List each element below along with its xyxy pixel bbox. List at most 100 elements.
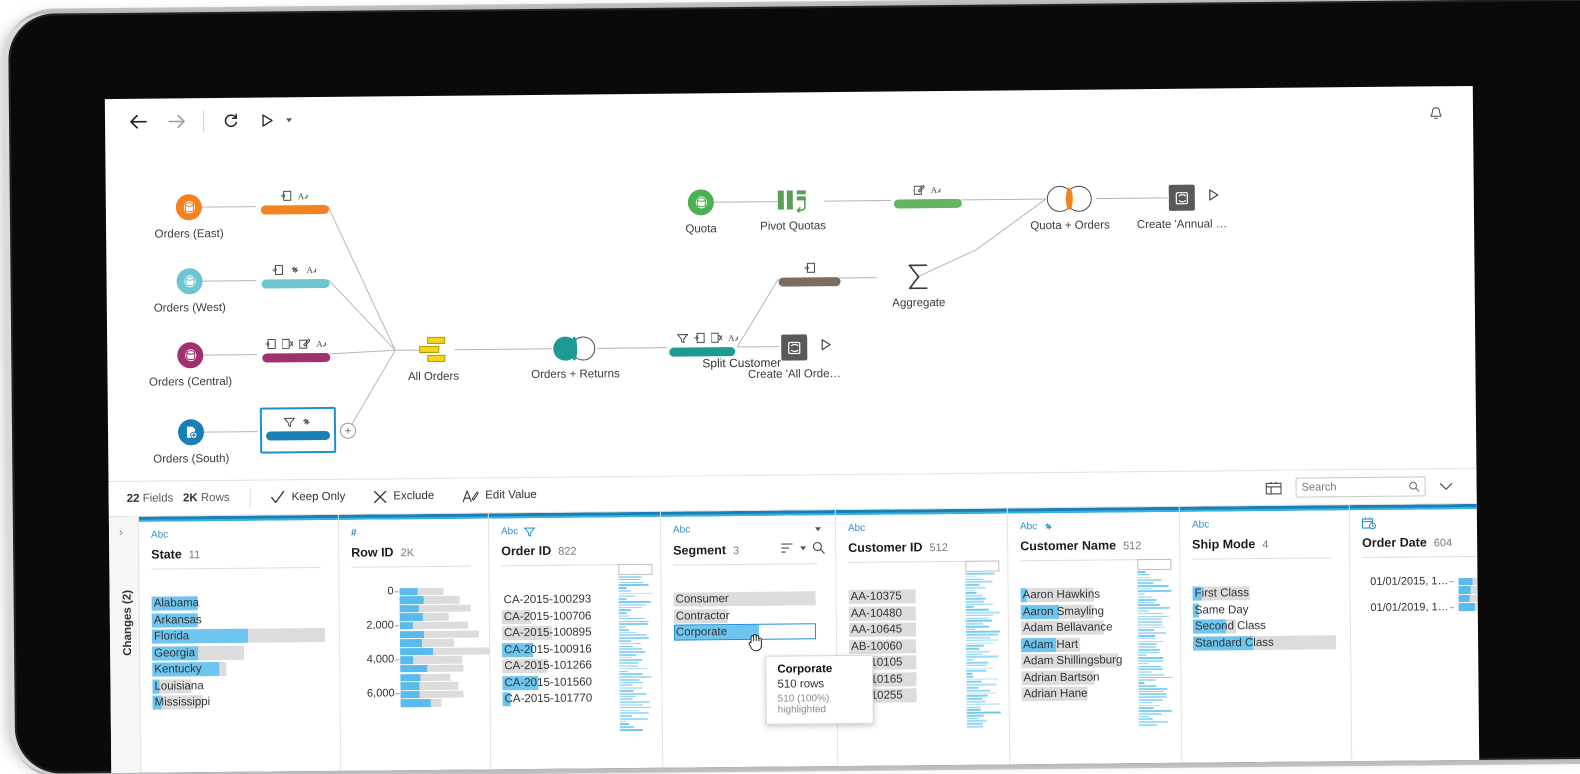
filter-icon[interactable] — [524, 526, 535, 536]
list-item[interactable]: CA-2015-100916 — [502, 641, 614, 659]
refresh-icon[interactable] — [216, 106, 246, 136]
flow-node-pivot-quotas[interactable]: Pivot Quotas — [778, 188, 808, 212]
list-item[interactable]: AB-10060 — [849, 638, 945, 655]
list-item[interactable]: AA-10375 — [849, 588, 945, 605]
list-item[interactable]: Consumer — [674, 590, 816, 608]
list-item[interactable]: AA-10645 — [849, 621, 945, 638]
profile-card-ship-mode[interactable]: Abc Ship Mode 4 First Class Same Day Sec… — [1180, 505, 1352, 767]
list-item[interactable]: Alabama — [152, 594, 329, 612]
notifications-bell-icon[interactable] — [1421, 98, 1451, 128]
run-output-all-orders-icon[interactable] — [819, 338, 832, 354]
changes-panel-rail[interactable]: › Changes (2) — [109, 517, 141, 774]
field-distinct-count: 512 — [929, 542, 947, 554]
list-item[interactable]: CA-2015-100293 — [502, 591, 614, 609]
list-item[interactable]: CA-2015-100706 — [502, 608, 614, 626]
flow-node-create-all-orders[interactable]: Create 'All Orde… — [781, 334, 807, 360]
flow-pill-orders-east[interactable]: A — [261, 187, 329, 215]
list-item[interactable]: Adam Hart — [1021, 636, 1139, 654]
flow-node-orders-west[interactable]: Orders (West) — [176, 268, 202, 294]
list-item[interactable]: Adam Shillingsburg — [1021, 652, 1139, 670]
value-distribution-strip[interactable] — [965, 561, 1001, 729]
list-item[interactable]: Adrian Bartson — [1021, 669, 1139, 687]
flow-pill-split-customer[interactable]: A Split Customer — [669, 329, 748, 371]
distribution-scrollbar[interactable] — [965, 561, 999, 572]
flow-pill-orders-west[interactable]: A — [261, 261, 329, 289]
list-item[interactable]: Standard Class — [1193, 634, 1336, 652]
profile-card-customer-name[interactable]: Abc Customer Name 512 Aaron Hawkins Aaro… — [1008, 507, 1182, 769]
list-item[interactable]: Louisiana — [152, 676, 329, 694]
list-view-icon[interactable] — [1266, 481, 1282, 495]
list-item[interactable]: Contractor — [674, 607, 816, 625]
sort-icon[interactable] — [781, 542, 794, 553]
pill-icon-row: A — [261, 187, 329, 202]
list-item[interactable]: CA-2015-101770 — [503, 690, 615, 708]
list-item[interactable]: CA-2015-100895 — [502, 624, 614, 642]
list-item[interactable]: Arkansas — [152, 610, 329, 628]
run-flow-icon[interactable] — [252, 105, 282, 135]
flow-pill-aggregate-source[interactable] — [778, 259, 840, 287]
numeric-histogram[interactable]: 0 2,000 4,000 6,000 — [352, 587, 480, 709]
flow-node-quota[interactable]: Quota — [688, 189, 714, 215]
flow-pill-orders-south[interactable] — [266, 413, 330, 441]
list-item[interactable]: First Class — [1193, 584, 1336, 602]
distribution-scrollbar[interactable] — [1137, 559, 1171, 570]
profile-card-customer-id[interactable]: Abc Customer ID 512 AA-10375 AA-10480 AA… — [836, 508, 1010, 770]
flow-node-quota-orders[interactable]: Quota + Orders — [1047, 186, 1093, 212]
flow-pill-orders-central[interactable]: A — [262, 335, 330, 363]
list-item[interactable]: CA-2015-101560 — [502, 674, 614, 692]
search-icon[interactable] — [812, 541, 825, 554]
flow-node-orders-south[interactable]: Orders (South) — [178, 419, 204, 445]
list-item[interactable]: Aaron Smayling — [1021, 603, 1139, 621]
exclude-button[interactable]: Exclude — [373, 489, 434, 503]
run-flow-dropdown-caret-icon[interactable] — [282, 105, 296, 135]
flow-node-orders-central[interactable]: Orders (Central) — [177, 342, 203, 368]
add-step-plus-button[interactable]: + — [340, 423, 356, 439]
profile-card-order-date[interactable]: Order Date 604 01/01/2015, 1… 01/01/2019… — [1350, 504, 1479, 765]
list-item-selected[interactable]: Corporate — [674, 623, 816, 641]
search-input[interactable] — [1302, 481, 1409, 494]
flow-node-label: All Orders — [408, 371, 459, 383]
value-distribution-strip[interactable] — [618, 564, 654, 732]
profile-card-order-id[interactable]: Abc Order ID 822 CA-2015-100293 CA-2015-… — [489, 512, 663, 774]
flow-pill-quota-clean[interactable]: A — [894, 181, 962, 209]
distribution-line — [966, 656, 998, 658]
sort-caret-icon[interactable] — [800, 546, 806, 550]
list-item[interactable]: Second Class — [1193, 617, 1336, 635]
run-output-annual-icon[interactable] — [1207, 188, 1220, 204]
action-bar-divider — [250, 488, 251, 508]
date-histogram[interactable]: 01/01/2015, 1… 01/01/2019, 1… — [1362, 577, 1479, 613]
flow-node-all-orders[interactable]: All Orders — [419, 337, 447, 363]
distribution-line — [967, 723, 983, 725]
edit-value-button[interactable]: Edit Value — [462, 488, 537, 502]
list-item[interactable]: Kentucky — [152, 660, 329, 678]
profile-card-row-id[interactable]: # Row ID 2K 0 2,000 4,000 6,000 — [339, 513, 491, 774]
distribution-line — [1138, 627, 1165, 629]
list-item[interactable]: Adam Bellavance — [1021, 619, 1139, 637]
flow-node-orders-returns[interactable]: Orders + Returns — [553, 336, 597, 360]
list-item[interactable]: Same Day — [1193, 601, 1336, 619]
list-item[interactable]: Adrian Hane — [1022, 685, 1140, 703]
profile-card-state[interactable]: Abc State 11 Alabama Arkansas Florida Ge… — [139, 515, 341, 774]
list-item[interactable]: CA-2015-101266 — [502, 657, 614, 675]
distribution-scrollbar[interactable] — [618, 564, 652, 575]
list-item[interactable]: Georgia — [152, 643, 329, 661]
flow-pane[interactable]: Orders (East) A Orders (West) — [105, 132, 1476, 481]
group-icon[interactable] — [1043, 521, 1054, 532]
list-item[interactable]: Florida — [152, 627, 329, 645]
forward-arrow-icon[interactable] — [161, 106, 191, 136]
flow-node-orders-east[interactable]: Orders (East) — [176, 194, 202, 220]
value-distribution-strip[interactable] — [1137, 559, 1173, 727]
flow-node-aggregate[interactable]: Aggregate — [906, 263, 930, 289]
back-arrow-icon[interactable] — [123, 107, 153, 137]
remove-field-icon — [711, 332, 722, 343]
flow-node-create-annual[interactable]: Create 'Annual … — [1169, 185, 1195, 211]
card-menu-caret[interactable] — [815, 527, 821, 531]
keep-only-button[interactable]: Keep Only — [271, 490, 346, 505]
list-item[interactable]: AA-10480 — [849, 605, 945, 622]
list-item[interactable]: Mississippi — [153, 693, 330, 711]
list-item[interactable]: Aaron Hawkins — [1021, 586, 1139, 604]
chevron-right-icon[interactable]: › — [119, 525, 123, 539]
search-input-wrapper[interactable] — [1296, 476, 1426, 497]
chevron-down-icon[interactable] — [1440, 482, 1453, 491]
distribution-line — [966, 673, 972, 675]
